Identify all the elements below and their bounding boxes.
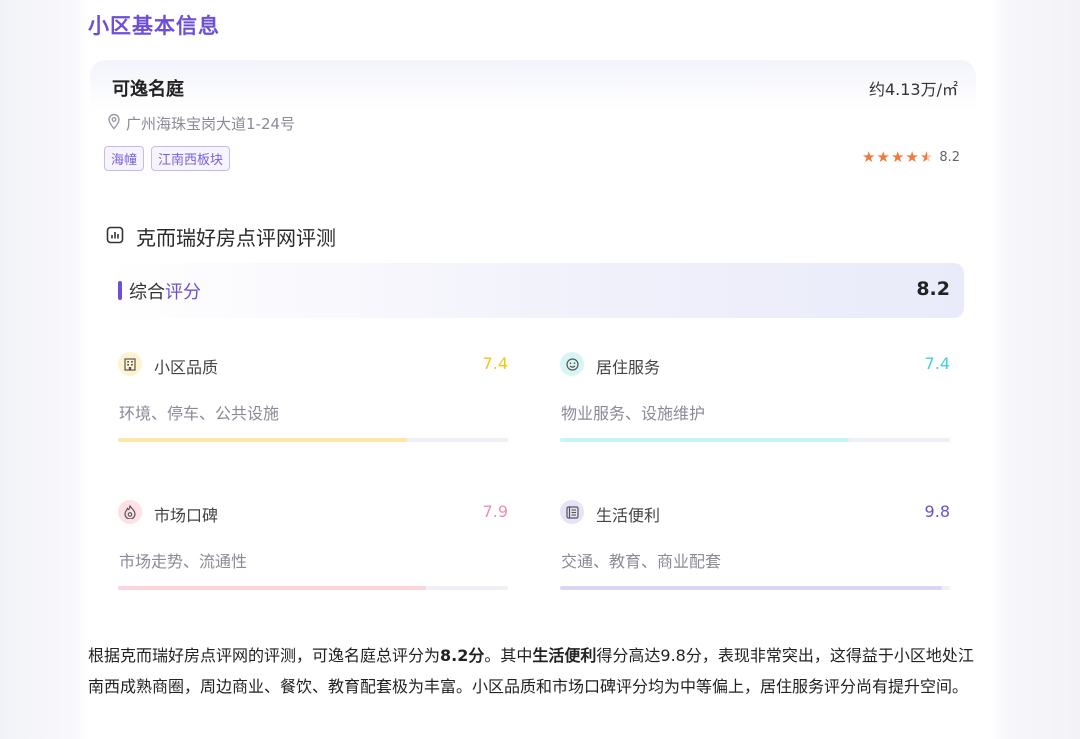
category-desc: 交通、教育、商业配套 (561, 552, 722, 571)
category-score: 7.9 (482, 502, 508, 521)
chart-icon (106, 226, 124, 248)
accent-bar (118, 281, 122, 300)
progress-track (560, 438, 950, 442)
category-score: 7.4 (482, 354, 508, 373)
progress-fill (118, 586, 427, 590)
community-price: 约4.13万/㎡ (868, 80, 958, 99)
star-rating: ★ ★ ★ ★ ★ 8.2 (862, 148, 960, 166)
address: 广州海珠宝岗大道1-24号 (106, 113, 295, 134)
page: 小区基本信息 可逸名庭 约4.13万/㎡ 广州海珠宝岗大道1-24号 海幢 江南… (88, 0, 980, 739)
star-icon: ★ (876, 148, 890, 166)
location-pin-icon (106, 113, 122, 134)
community-info-card[interactable]: 可逸名庭 约4.13万/㎡ 广州海珠宝岗大道1-24号 海幢 江南西板块 ★ ★… (90, 60, 976, 186)
category-desc: 环境、停车、公共设施 (119, 404, 280, 423)
star-icon: ★ (862, 148, 876, 166)
category-desc: 物业服务、设施维护 (561, 404, 706, 423)
overall-label: 综合评分 (129, 282, 201, 303)
category-score: 9.8 (924, 502, 950, 521)
star-icon: ★ (890, 148, 905, 166)
smile-icon (560, 352, 584, 376)
evaluation-title: 克而瑞好房点评网评测 (136, 226, 336, 250)
category-score: 7.4 (924, 354, 950, 373)
progress-fill (560, 586, 943, 590)
progress-track (560, 586, 950, 590)
address-text: 广州海珠宝岗大道1-24号 (126, 115, 296, 133)
evaluation-card: 克而瑞好房点评网评测 综合评分 8.2 小区品质 7.4 环境、停车、公共设施 … (90, 205, 976, 615)
category-name: 生活便利 (596, 506, 661, 525)
progress-track (118, 438, 508, 442)
summary-paragraph: 根据克而瑞好房点评网的评测，可逸名庭总评分为8.2分。其中生活便利得分高达9.8… (88, 646, 974, 696)
tag-list: 海幢 江南西板块 (104, 146, 231, 171)
progress-fill (118, 438, 407, 442)
progress-track (118, 586, 508, 590)
star-icon: ★ (905, 148, 919, 166)
progress-fill (560, 438, 849, 442)
building-icon (118, 352, 142, 376)
category-name: 小区品质 (154, 358, 219, 377)
category-name: 居住服务 (596, 358, 661, 377)
tag[interactable]: 海幢 (104, 146, 145, 171)
evaluation-header: 克而瑞好房点评网评测 (106, 222, 336, 251)
section-title: 小区基本信息 (88, 14, 220, 38)
community-name: 可逸名庭 (112, 79, 184, 100)
list-icon (560, 500, 584, 524)
category-name: 市场口碑 (154, 506, 219, 525)
fire-icon (118, 500, 142, 524)
overall-score: 8.2 (916, 278, 950, 300)
half-star-icon: ★ (919, 148, 934, 166)
tag[interactable]: 江南西板块 (151, 146, 231, 171)
rating-score: 8.2 (939, 150, 960, 165)
overall-score-bar: 综合评分 8.2 (106, 263, 964, 318)
category-desc: 市场走势、流通性 (119, 552, 248, 571)
